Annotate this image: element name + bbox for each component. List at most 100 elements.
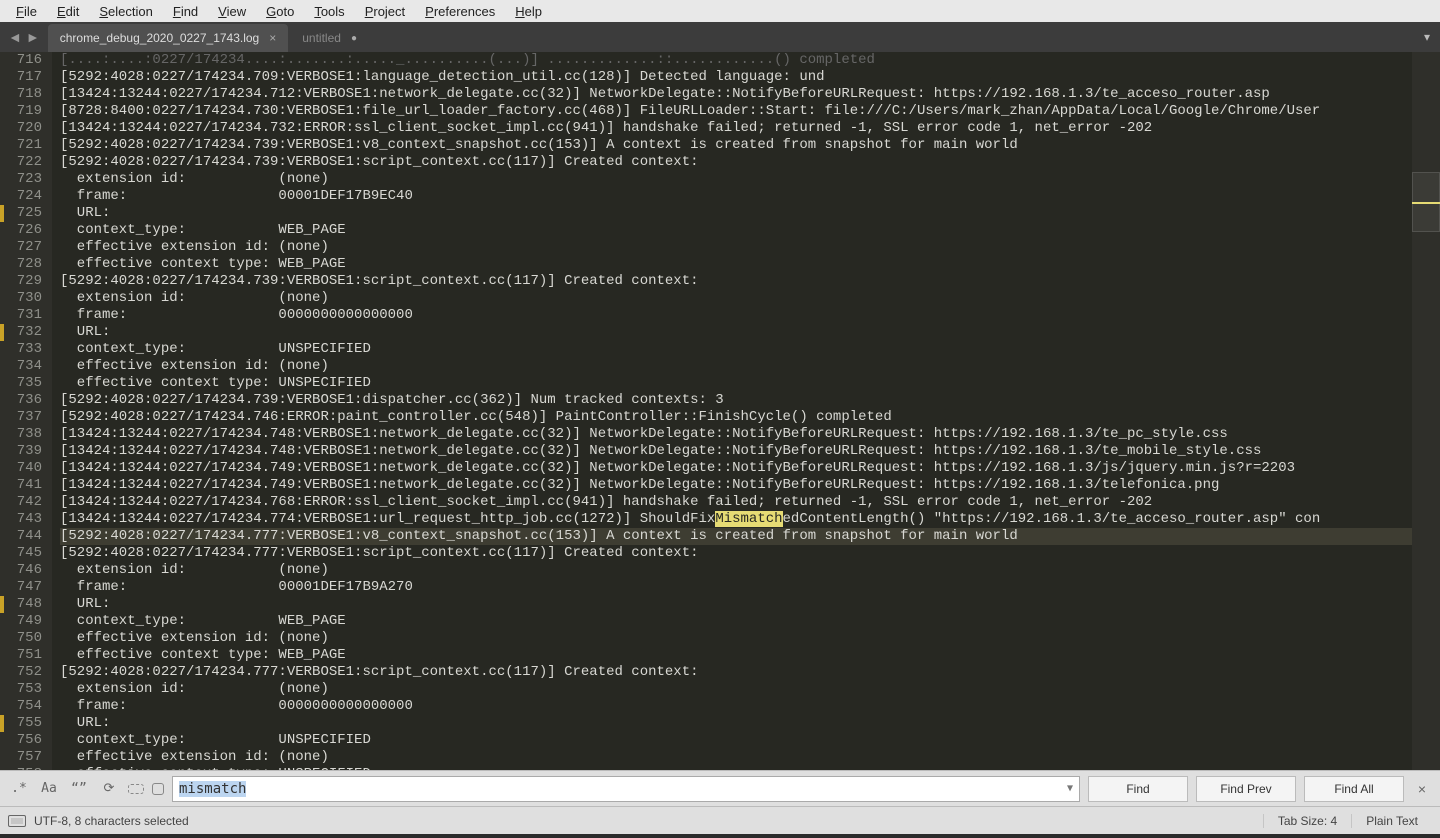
code-line[interactable]: [5292:4028:0227/174234.777:VERBOSE1:v8_c… xyxy=(60,528,1412,545)
menu-help[interactable]: Help xyxy=(505,2,552,21)
code-line[interactable]: URL: xyxy=(60,596,1412,613)
find-close-icon[interactable]: × xyxy=(1412,781,1432,797)
line-number[interactable]: 747 xyxy=(0,579,52,596)
line-number[interactable]: 753 xyxy=(0,681,52,698)
line-number[interactable]: 739 xyxy=(0,443,52,460)
line-number[interactable]: 730 xyxy=(0,290,52,307)
code-area[interactable]: [....:....:0227/174234....:.......:.....… xyxy=(52,52,1412,770)
code-line[interactable]: context_type: UNSPECIFIED xyxy=(60,732,1412,749)
find-wholeword-toggle[interactable]: “” xyxy=(68,778,90,800)
line-number[interactable]: 726 xyxy=(0,222,52,239)
line-number[interactable]: 744 xyxy=(0,528,52,545)
code-line[interactable]: URL: xyxy=(60,324,1412,341)
find-all-button[interactable]: Find All xyxy=(1304,776,1404,802)
find-case-toggle[interactable]: Aa xyxy=(38,778,60,800)
code-line[interactable]: [5292:4028:0227/174234.739:VERBOSE1:scri… xyxy=(60,273,1412,290)
line-number[interactable]: 733 xyxy=(0,341,52,358)
code-line[interactable]: context_type: WEB_PAGE xyxy=(60,613,1412,630)
line-number[interactable]: 735 xyxy=(0,375,52,392)
menu-preferences[interactable]: Preferences xyxy=(415,2,505,21)
code-line[interactable]: [8728:8400:0227/174234.730:VERBOSE1:file… xyxy=(60,103,1412,120)
menu-tools[interactable]: Tools xyxy=(304,2,354,21)
code-line[interactable]: [13424:13244:0227/174234.748:VERBOSE1:ne… xyxy=(60,443,1412,460)
line-number[interactable]: 725 xyxy=(0,205,52,222)
line-number[interactable]: 732 xyxy=(0,324,52,341)
editor[interactable]: 7167177187197207217227237247257267277287… xyxy=(0,52,1440,770)
line-number[interactable]: 731 xyxy=(0,307,52,324)
line-number[interactable]: 756 xyxy=(0,732,52,749)
line-number[interactable]: 740 xyxy=(0,460,52,477)
code-line[interactable]: context_type: UNSPECIFIED xyxy=(60,341,1412,358)
tab-close-icon[interactable]: × xyxy=(269,31,276,45)
line-number[interactable]: 729 xyxy=(0,273,52,290)
menu-selection[interactable]: Selection xyxy=(89,2,162,21)
minimap[interactable] xyxy=(1412,52,1440,770)
find-in-selection-toggle[interactable] xyxy=(128,784,144,794)
line-number[interactable]: 736 xyxy=(0,392,52,409)
code-line[interactable]: context_type: WEB_PAGE xyxy=(60,222,1412,239)
code-line[interactable]: extension id: (none) xyxy=(60,290,1412,307)
code-line[interactable]: frame: 0000000000000000 xyxy=(60,698,1412,715)
line-number[interactable]: 755 xyxy=(0,715,52,732)
code-line[interactable]: effective context type: UNSPECIFIED xyxy=(60,375,1412,392)
code-line[interactable]: extension id: (none) xyxy=(60,681,1412,698)
code-line[interactable]: [5292:4028:0227/174234.777:VERBOSE1:scri… xyxy=(60,664,1412,681)
line-number[interactable]: 723 xyxy=(0,171,52,188)
tab[interactable]: chrome_debug_2020_0227_1743.log× xyxy=(48,24,289,52)
line-number[interactable]: 741 xyxy=(0,477,52,494)
find-regex-toggle[interactable]: .* xyxy=(8,778,30,800)
line-number[interactable]: 718 xyxy=(0,86,52,103)
line-number[interactable]: 722 xyxy=(0,154,52,171)
menu-file[interactable]: File xyxy=(6,2,47,21)
find-input[interactable]: mismatch ▼ xyxy=(172,776,1080,802)
menu-edit[interactable]: Edit xyxy=(47,2,89,21)
line-number[interactable]: 758 xyxy=(0,766,52,770)
code-line[interactable]: [13424:13244:0227/174234.748:VERBOSE1:ne… xyxy=(60,426,1412,443)
line-number[interactable]: 742 xyxy=(0,494,52,511)
code-line[interactable]: URL: xyxy=(60,715,1412,732)
find-wrap-toggle[interactable]: ⟳ xyxy=(98,778,120,800)
tab-overflow-icon[interactable]: ▾ xyxy=(1414,30,1440,44)
code-line[interactable]: effective extension id: (none) xyxy=(60,630,1412,647)
line-number[interactable]: 754 xyxy=(0,698,52,715)
code-line[interactable]: [13424:13244:0227/174234.732:ERROR:ssl_c… xyxy=(60,120,1412,137)
code-line[interactable]: extension id: (none) xyxy=(60,171,1412,188)
status-panel-icon[interactable] xyxy=(8,815,26,827)
line-number[interactable]: 748 xyxy=(0,596,52,613)
line-number[interactable]: 738 xyxy=(0,426,52,443)
line-number[interactable]: 743 xyxy=(0,511,52,528)
line-number[interactable]: 734 xyxy=(0,358,52,375)
line-number[interactable]: 749 xyxy=(0,613,52,630)
nav-forward-icon[interactable]: ► xyxy=(26,29,40,45)
code-line[interactable]: effective extension id: (none) xyxy=(60,358,1412,375)
line-number[interactable]: 750 xyxy=(0,630,52,647)
code-line[interactable]: effective context type: UNSPECIFIED xyxy=(60,766,1412,770)
code-line[interactable]: [5292:4028:0227/174234.739:VERBOSE1:v8_c… xyxy=(60,137,1412,154)
menu-view[interactable]: View xyxy=(208,2,256,21)
line-number[interactable]: 757 xyxy=(0,749,52,766)
code-line[interactable]: [5292:4028:0227/174234.709:VERBOSE1:lang… xyxy=(60,69,1412,86)
line-number[interactable]: 720 xyxy=(0,120,52,137)
code-line[interactable]: effective extension id: (none) xyxy=(60,749,1412,766)
line-number[interactable]: 719 xyxy=(0,103,52,120)
find-button[interactable]: Find xyxy=(1088,776,1188,802)
code-line[interactable]: [13424:13244:0227/174234.749:VERBOSE1:ne… xyxy=(60,477,1412,494)
code-line[interactable]: [13424:13244:0227/174234.712:VERBOSE1:ne… xyxy=(60,86,1412,103)
code-line[interactable]: effective context type: WEB_PAGE xyxy=(60,256,1412,273)
line-number[interactable]: 751 xyxy=(0,647,52,664)
nav-back-icon[interactable]: ◄ xyxy=(8,29,22,45)
find-prev-button[interactable]: Find Prev xyxy=(1196,776,1296,802)
find-highlight-toggle[interactable] xyxy=(152,783,164,795)
code-line[interactable]: extension id: (none) xyxy=(60,562,1412,579)
line-number[interactable]: 727 xyxy=(0,239,52,256)
line-number[interactable]: 717 xyxy=(0,69,52,86)
code-line[interactable]: frame: 00001DEF17B9A270 xyxy=(60,579,1412,596)
code-line[interactable]: [5292:4028:0227/174234.739:VERBOSE1:scri… xyxy=(60,154,1412,171)
line-number[interactable]: 746 xyxy=(0,562,52,579)
line-number[interactable]: 745 xyxy=(0,545,52,562)
line-number[interactable]: 737 xyxy=(0,409,52,426)
line-number[interactable]: 716 xyxy=(0,52,52,69)
code-line[interactable]: URL: xyxy=(60,205,1412,222)
line-number[interactable]: 724 xyxy=(0,188,52,205)
status-tab-size[interactable]: Tab Size: 4 xyxy=(1263,814,1351,828)
